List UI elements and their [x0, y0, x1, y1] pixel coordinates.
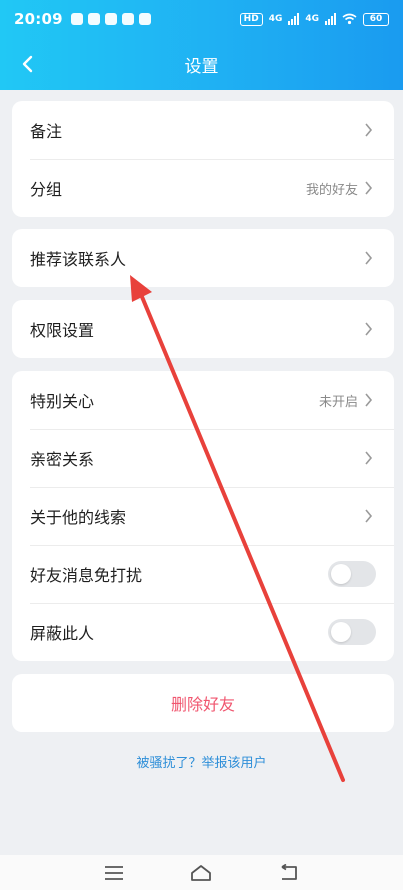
settings-group-2: 推荐该联系人	[12, 229, 394, 287]
row-block-user: 屏蔽此人	[12, 603, 394, 661]
menu-icon	[104, 865, 123, 880]
row-value: 未开启	[318, 394, 358, 410]
row-recommend-contact[interactable]: 推荐该联系人	[12, 229, 394, 287]
delete-friend-button[interactable]: 删除好友	[12, 674, 394, 732]
notification-icon	[70, 13, 83, 25]
row-label: 屏蔽此人	[30, 624, 95, 643]
row-label: 关于他的线索	[30, 508, 127, 527]
signal-icon	[325, 13, 336, 25]
back-nav-button[interactable]	[272, 859, 306, 887]
chevron-right-icon	[364, 123, 376, 137]
settings-group-1: 备注 分组 我的好友	[12, 101, 394, 217]
signal-icon	[288, 13, 300, 25]
notification-icon	[138, 13, 151, 25]
report-user-link[interactable]: 被骚扰了？举报该用户	[0, 752, 403, 771]
status-right: HD 4G 4G 60	[239, 12, 389, 26]
row-clues[interactable]: 关于他的线索	[12, 487, 394, 545]
system-nav-bar	[0, 855, 403, 890]
home-button[interactable]	[184, 859, 218, 887]
net-label-1: 4G	[268, 14, 283, 24]
row-label: 好友消息免打扰	[30, 566, 143, 585]
settings-group-3: 权限设置	[12, 300, 394, 358]
row-special-care[interactable]: 特别关心 未开启	[12, 371, 394, 429]
hd-icon: HD	[239, 12, 263, 26]
chevron-right-icon	[364, 393, 376, 407]
row-label: 特别关心	[30, 392, 95, 411]
settings-group-4: 特别关心 未开启 亲密关系 关于他的线索 好友消息免打扰 屏蔽此人	[12, 371, 394, 661]
chevron-right-icon	[364, 181, 376, 195]
return-icon	[281, 863, 298, 880]
chevron-left-icon	[22, 55, 33, 73]
row-remark[interactable]: 备注	[12, 101, 394, 159]
nav-bar: 设置	[0, 38, 403, 90]
net-label-2: 4G	[305, 14, 319, 24]
row-permissions[interactable]: 权限设置	[12, 300, 394, 358]
home-icon	[191, 864, 212, 881]
row-group[interactable]: 分组 我的好友	[12, 159, 394, 217]
row-label: 亲密关系	[30, 450, 95, 469]
header-bar: 20:09 HD 4G 4G 60 设置	[0, 0, 403, 90]
menu-button[interactable]	[97, 859, 131, 887]
notification-icon	[104, 13, 117, 25]
chevron-right-icon	[364, 451, 376, 465]
row-mute-messages: 好友消息免打扰	[12, 545, 394, 603]
chevron-right-icon	[364, 251, 376, 265]
row-label: 推荐该联系人	[30, 250, 127, 269]
back-button[interactable]	[12, 48, 44, 80]
battery-icon: 60	[363, 12, 389, 26]
chevron-right-icon	[364, 322, 376, 336]
row-label: 分组	[30, 180, 63, 199]
notification-icon	[121, 13, 134, 25]
mute-toggle[interactable]	[328, 561, 376, 587]
row-value: 我的好友	[305, 182, 358, 198]
wifi-icon	[342, 13, 357, 25]
row-label: 备注	[30, 122, 63, 141]
chevron-right-icon	[364, 509, 376, 523]
block-toggle[interactable]	[328, 619, 376, 645]
row-label: 权限设置	[30, 321, 95, 340]
status-bar: 20:09 HD 4G 4G 60	[0, 0, 403, 38]
notification-icons	[70, 13, 151, 25]
row-intimate-relation[interactable]: 亲密关系	[12, 429, 394, 487]
status-time: 20:09	[14, 10, 63, 28]
page-title: 设置	[184, 56, 219, 77]
notification-icon	[87, 13, 100, 25]
